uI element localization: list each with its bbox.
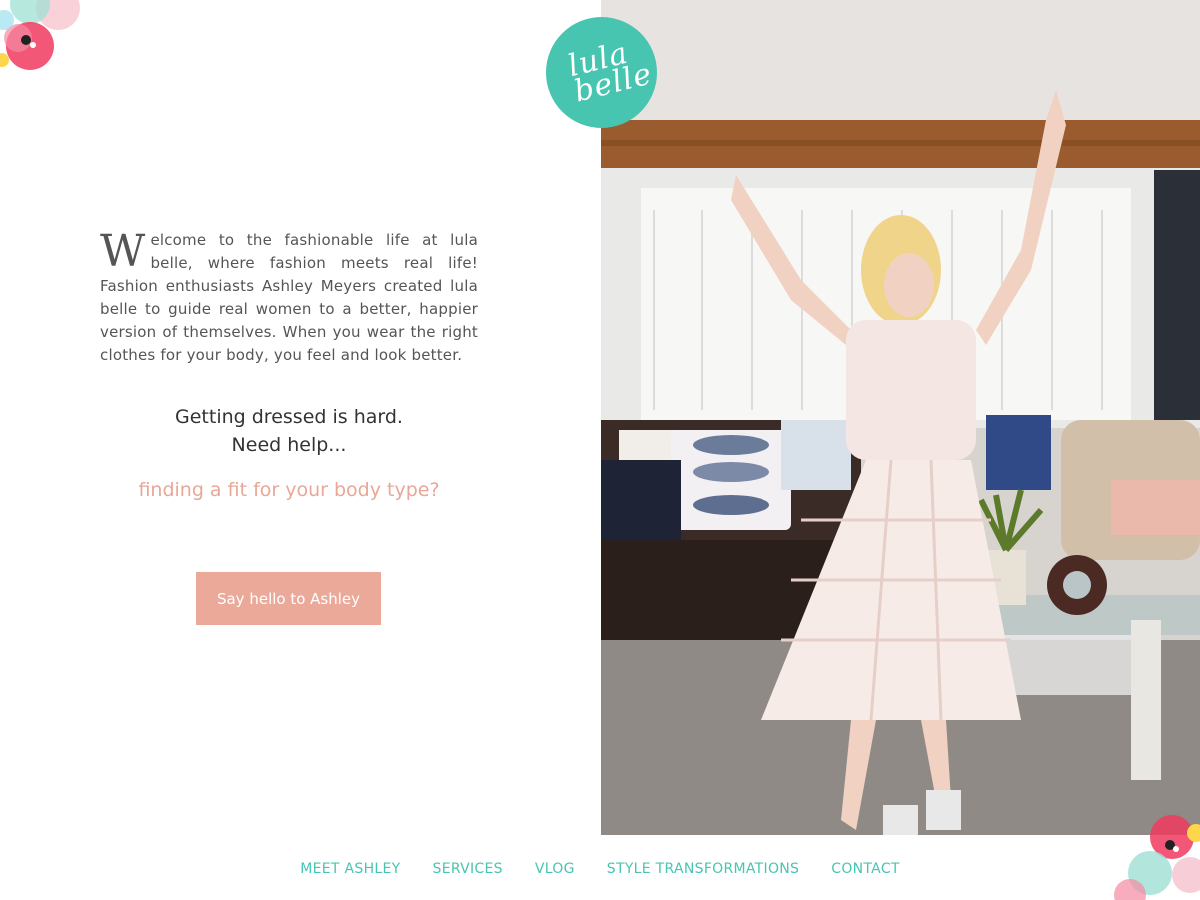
tagline-line-2: Need help... (231, 434, 347, 456)
nav-contact[interactable]: CONTACT (831, 858, 900, 880)
nav-vlog[interactable]: VLOG (535, 858, 575, 880)
lula-belle-logo[interactable]: lula belle (546, 17, 657, 128)
floral-decoration-bottom-right (1110, 815, 1200, 900)
logo-wordmark: lula belle (548, 35, 656, 110)
floral-decoration-top-left (0, 0, 90, 80)
hero-photo (601, 0, 1200, 835)
nav-meet-ashley[interactable]: MEET ASHLEY (300, 858, 400, 880)
nav-services[interactable]: SERVICES (433, 858, 503, 880)
intro-paragraph: Welcome to the fashionable life at lula … (100, 229, 478, 367)
intro-text: elcome to the fashionable life at lula b… (100, 231, 478, 364)
tagline-line-1: Getting dressed is hard. (175, 406, 403, 428)
say-hello-button[interactable]: Say hello to Ashley (196, 572, 381, 625)
rotating-help-text: finding a fit for your body type? (138, 479, 440, 501)
intro-dropcap: W (100, 226, 146, 277)
footer-nav: MEET ASHLEY SERVICES VLOG STYLE TRANSFOR… (0, 858, 1200, 880)
nav-style-transformations[interactable]: STYLE TRANSFORMATIONS (607, 858, 799, 880)
tagline: Getting dressed is hard. Need help... (100, 403, 478, 459)
